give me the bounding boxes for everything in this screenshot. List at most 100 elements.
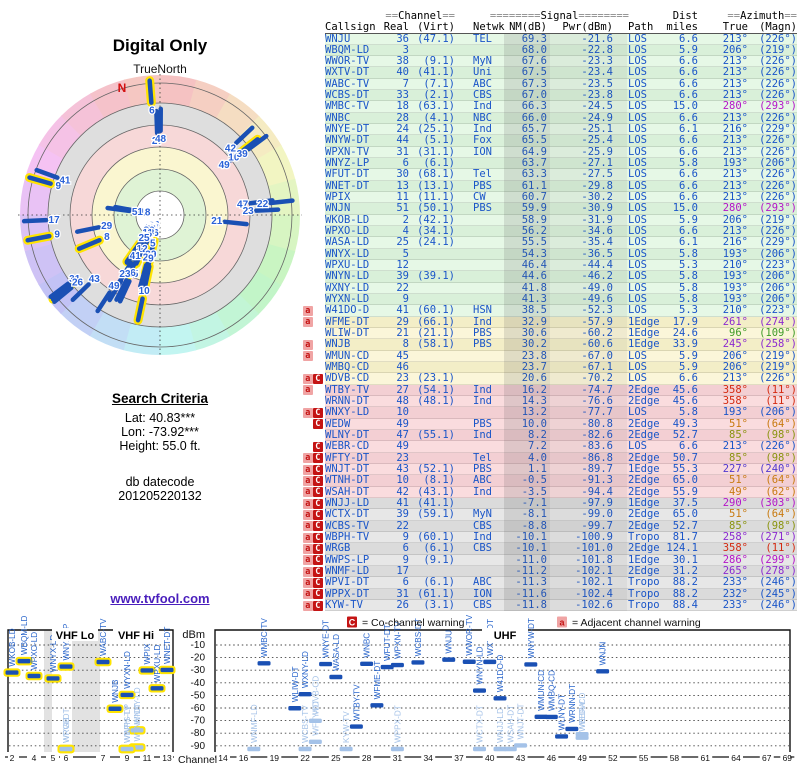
nm-cell: 10.0 <box>521 417 547 430</box>
tr-cell: 213° <box>722 66 748 79</box>
col-magn: (Magn) <box>759 21 797 33</box>
pwr-cell: -25.9 <box>581 145 613 158</box>
chart-station-label: WNBC <box>363 633 372 658</box>
chart-station-label: WPXO-LD <box>30 632 39 670</box>
virt-cell: (4.1) <box>423 111 455 124</box>
tr-cell: 213° <box>722 111 748 124</box>
mi-cell: 37.5 <box>672 497 698 510</box>
pwr-cell: -101.0 <box>575 542 613 555</box>
tr-cell: 232° <box>722 587 748 600</box>
chart-station-label: WNMF-LD <box>250 704 259 743</box>
nm-cell: 16.2 <box>521 383 547 396</box>
virt-cell: (52.1) <box>417 463 455 476</box>
mg-cell: (226°) <box>759 440 797 453</box>
real-cell: 6 <box>402 157 409 170</box>
mg-cell: (64°) <box>765 508 797 521</box>
nm-cell: 14.3 <box>521 395 547 408</box>
mg-cell: (206°) <box>759 406 797 419</box>
chart-signal-bar <box>349 724 363 729</box>
virt-cell: (59.1) <box>417 508 455 521</box>
mg-cell: (219°) <box>759 349 797 362</box>
virt-cell: (50.1) <box>417 202 455 215</box>
mi-cell: 6.1 <box>679 236 698 249</box>
tr-cell: 51° <box>729 474 748 487</box>
nm-cell: -7.1 <box>521 497 547 510</box>
chart-station-label: WLNY-DT <box>558 694 567 731</box>
channel-tick-label: 9 <box>125 753 130 763</box>
mg-cell: (219°) <box>759 361 797 374</box>
real-cell: 47 <box>396 429 409 442</box>
real-cell: 9 <box>402 531 409 544</box>
real-cell: 33 <box>396 89 409 102</box>
nm-cell: 65.7 <box>521 123 547 136</box>
real-cell: 30 <box>396 168 409 181</box>
mi-cell: 5.9 <box>679 213 698 226</box>
nm-cell: 60.7 <box>521 191 547 204</box>
mg-cell: (109°) <box>759 327 797 340</box>
mg-cell: (226°) <box>759 179 797 192</box>
mi-cell: 81.7 <box>672 531 698 544</box>
table-row: WRGB 6 (6.1) CBS -10.1 -101.0 2Edge 124.1 358° (1… <box>325 542 797 555</box>
mg-cell: (226°) <box>759 225 797 238</box>
chart-signal-bar <box>514 743 528 748</box>
tr-cell: 265° <box>722 565 748 577</box>
chart-signal-bar <box>483 659 497 665</box>
co-channel-warning-badge: C <box>313 566 323 577</box>
nm-cell: 32.9 <box>521 315 547 328</box>
mg-cell: (206°) <box>759 270 797 283</box>
tr-cell: 227° <box>722 463 748 476</box>
chart-signal-bar <box>575 735 589 740</box>
pwr-cell: -67.0 <box>581 349 613 362</box>
channel-tick-label: 61 <box>700 753 710 763</box>
real-cell: 22 <box>396 519 409 532</box>
chart-station-label: WPVI-DT <box>62 708 71 743</box>
tr-cell: 213° <box>722 145 748 158</box>
nm-cell: -10.1 <box>515 531 547 544</box>
chart-signal-bar <box>288 706 302 711</box>
co-channel-warning-badge: C <box>313 577 323 588</box>
tr-cell: 216° <box>722 123 748 136</box>
real-cell: 42 <box>396 485 409 498</box>
channel-tick-label: 49 <box>577 753 587 763</box>
real-cell: 9 <box>402 293 409 306</box>
channel-tick-label: 13 <box>162 753 172 763</box>
nm-cell: 30.2 <box>521 338 547 351</box>
virt-cell: (34.1) <box>417 225 455 238</box>
nm-cell: 41.8 <box>521 281 547 294</box>
chart-station-label: WPPX-DT <box>393 705 402 743</box>
pwr-cell: -49.6 <box>581 293 613 306</box>
channel-tick-label: 43 <box>516 753 526 763</box>
real-cell: 41 <box>396 497 409 510</box>
virt-cell: (54.1) <box>417 383 455 396</box>
real-cell: 25 <box>396 236 409 249</box>
nm-cell: 59.9 <box>521 202 547 215</box>
real-cell: 2 <box>402 213 409 226</box>
pwr-cell: -57.9 <box>581 315 613 328</box>
real-cell: 23 <box>396 451 409 464</box>
nm-cell: -8.1 <box>521 508 547 521</box>
tr-cell: 233° <box>722 576 748 589</box>
chart-station-label: WRNN-DT <box>568 684 577 723</box>
nm-cell: 54.3 <box>521 247 547 260</box>
channel-tick-label: 5 <box>51 753 56 763</box>
chart-station-label: WTNH-DT <box>133 703 142 741</box>
pwr-cell: -80.8 <box>581 417 613 430</box>
chart-station-label: WPXU-LD <box>153 645 162 683</box>
channel-tick-label: 4 <box>32 753 37 763</box>
real-cell: 46 <box>396 361 409 374</box>
co-channel-warning-badge: C <box>313 441 323 452</box>
mg-cell: (11°) <box>765 395 797 408</box>
mi-cell: 5.8 <box>679 247 698 260</box>
virt-cell: (25.1) <box>417 123 455 136</box>
adjacent-channel-warning-badge: a <box>303 555 313 566</box>
pwr-cell: -25.1 <box>581 123 613 136</box>
mi-cell: 5.8 <box>679 406 698 419</box>
nm-cell: -8.8 <box>521 519 547 532</box>
tr-cell: 213° <box>722 32 748 45</box>
virt-cell: (6.1) <box>423 157 455 170</box>
nm-cell: 44.6 <box>521 270 547 283</box>
adjacent-channel-warning-badge: a <box>303 532 313 543</box>
nm-cell: 23.7 <box>521 361 547 374</box>
pwr-cell: -99.7 <box>581 519 613 532</box>
tr-cell: 85° <box>729 519 748 532</box>
